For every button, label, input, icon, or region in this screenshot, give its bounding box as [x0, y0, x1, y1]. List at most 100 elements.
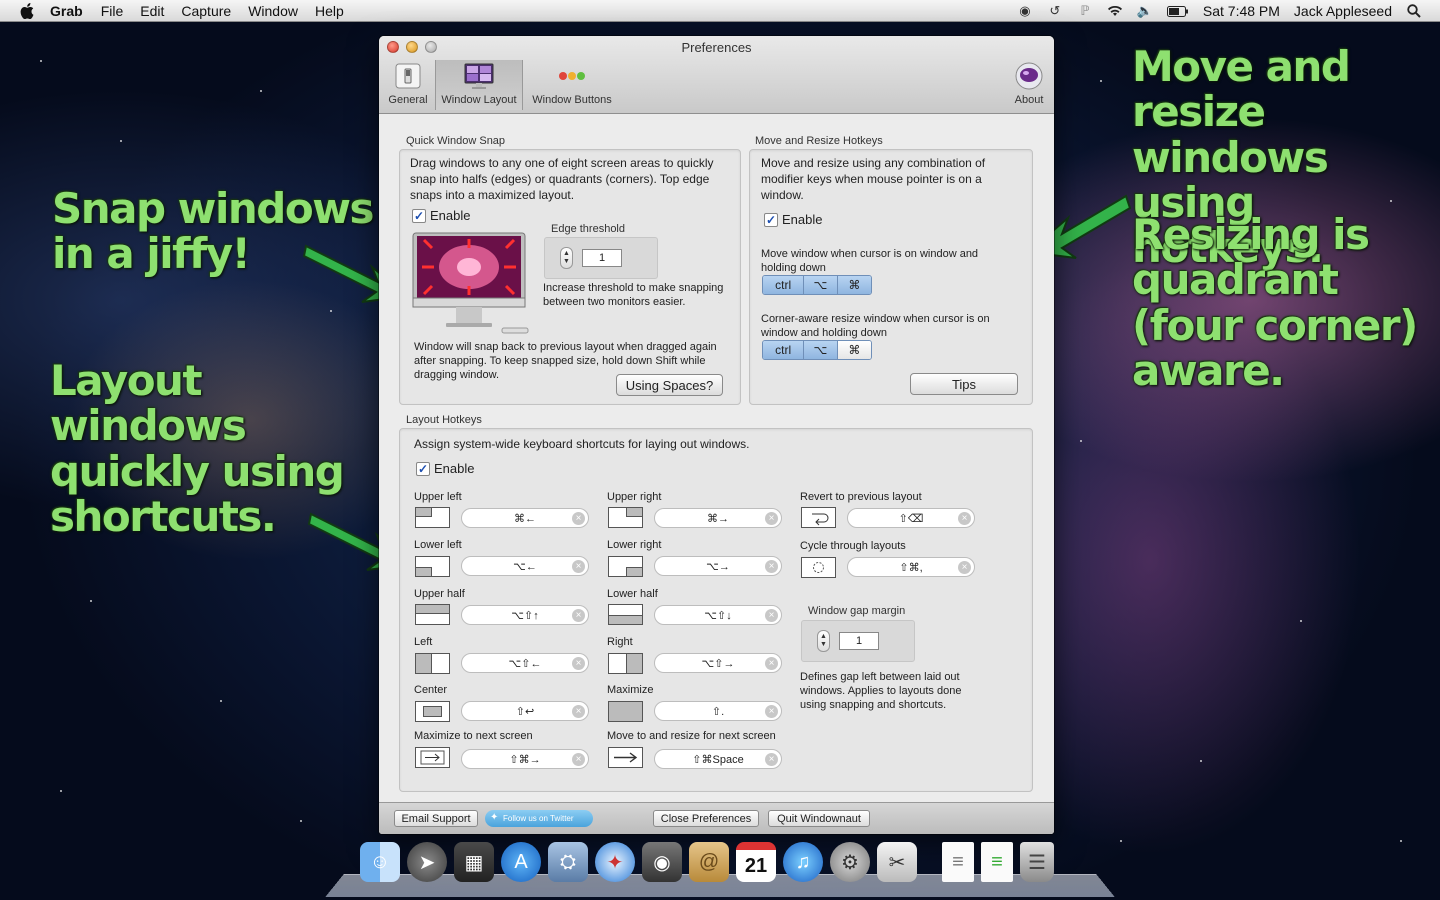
document-icon[interactable]: ≡ — [981, 842, 1013, 882]
tab-general[interactable]: General — [385, 60, 431, 110]
follow-twitter-button[interactable]: ✦ Follow us on Twitter — [485, 810, 593, 827]
menu-app-name[interactable]: Grab — [50, 3, 83, 19]
clear-icon[interactable]: × — [572, 512, 585, 525]
tab-about[interactable]: About — [1009, 60, 1049, 110]
cycle-layouts-icon — [801, 557, 836, 578]
hotkey-move-next-screen-field[interactable]: ⇧⌘Space × — [654, 749, 782, 769]
menu-capture[interactable]: Capture — [181, 3, 231, 19]
preview-icon[interactable]: ⛭ — [548, 842, 588, 882]
hotkey-lower-half-field[interactable]: ⌥⇧↓ × — [654, 605, 782, 625]
launchpad-icon[interactable]: ➤ — [407, 842, 447, 882]
gap-margin-field[interactable]: 1 — [839, 632, 879, 650]
clear-icon[interactable]: × — [765, 657, 778, 670]
hotkey-maximize-next-screen-field[interactable]: ⇧⌘→ × — [461, 749, 589, 769]
email-support-button[interactable]: Email Support — [394, 810, 478, 827]
menu-edit[interactable]: Edit — [140, 3, 164, 19]
apple-icon[interactable] — [20, 2, 36, 19]
clear-icon[interactable]: × — [958, 512, 971, 525]
window-footer: Email Support ✦ Follow us on Twitter Clo… — [379, 802, 1054, 834]
finder-icon[interactable]: ☺ — [360, 842, 400, 882]
left-half-layout-icon — [415, 653, 450, 674]
hotkey-upper-right-field[interactable]: ⌘→ × — [654, 508, 782, 528]
windownaut-icon[interactable]: ✂ — [877, 842, 917, 882]
itunes-icon[interactable]: ♫ — [783, 842, 823, 882]
hotkey-center-field[interactable]: ⇧↩ × — [461, 701, 589, 721]
hotkey-lower-left-field[interactable]: ⌥← × — [461, 556, 589, 576]
battery-icon[interactable] — [1166, 4, 1189, 18]
menu-user[interactable]: Jack Appleseed — [1294, 3, 1392, 19]
move-resize-group: Move and resize using any combination of… — [749, 149, 1033, 405]
close-preferences-button[interactable]: Close Preferences — [653, 810, 759, 827]
astronaut-helmet-icon — [1013, 60, 1045, 92]
clear-icon[interactable]: × — [572, 705, 585, 718]
tab-window-buttons[interactable]: Window Buttons — [527, 60, 617, 110]
clear-icon[interactable]: × — [765, 609, 778, 622]
quit-button[interactable]: Quit Windownaut — [768, 810, 870, 827]
safari-icon[interactable]: ✦ — [595, 842, 635, 882]
trash-icon[interactable]: ☰ — [1020, 842, 1054, 882]
move-ctrl-key[interactable]: ctrl — [763, 276, 805, 294]
hotkey-right-field[interactable]: ⌥⇧→ × — [654, 653, 782, 673]
user-status-icon[interactable]: ◉ — [1017, 3, 1033, 18]
clear-icon[interactable]: × — [572, 609, 585, 622]
clear-icon[interactable]: × — [765, 753, 778, 766]
volume-icon[interactable]: 🔈 — [1137, 3, 1153, 18]
menu-clock[interactable]: Sat 7:48 PM — [1203, 3, 1280, 19]
move-resize-enable[interactable]: ✓ Enable — [764, 212, 822, 227]
quick-snap-enable-checkbox[interactable]: ✓ — [412, 208, 426, 223]
clear-icon[interactable]: × — [765, 705, 778, 718]
hotkey-revert-field[interactable]: ⇧⌫ × — [847, 508, 975, 528]
contacts-icon[interactable]: @ — [689, 842, 729, 882]
gap-margin-stepper[interactable]: ▲ ▼ — [817, 630, 830, 652]
edge-threshold-field[interactable]: 1 — [582, 249, 622, 267]
move-command-key[interactable]: ⌘ — [837, 276, 871, 294]
layout-hotkeys-enable[interactable]: ✓ Enable — [416, 461, 474, 476]
facetime-icon[interactable]: ◉ — [642, 842, 682, 882]
clear-icon[interactable]: × — [765, 560, 778, 573]
spotlight-icon[interactable] — [1406, 4, 1422, 18]
resize-option-key[interactable]: ⌥ — [804, 341, 838, 359]
time-machine-icon[interactable]: ↺ — [1047, 3, 1063, 18]
calendar-icon[interactable]: 21 — [736, 842, 776, 882]
quick-snap-enable[interactable]: ✓ Enable — [412, 208, 470, 223]
hotkey-cycle-field[interactable]: ⇧⌘, × — [847, 557, 975, 577]
menu-window[interactable]: Window — [248, 3, 298, 19]
hotkey-left-label: Left — [414, 636, 433, 648]
tips-button[interactable]: Tips — [910, 373, 1018, 395]
dock: ☺ ➤ ▦ A ⛭ ✦ ◉ @ 21 ♫ ⚙ ✂ ≡ ≡ ☰ — [360, 842, 1054, 882]
resize-command-key[interactable]: ⌘ — [837, 341, 871, 359]
mission-control-icon[interactable]: ▦ — [454, 842, 494, 882]
hotkey-maximize-field[interactable]: ⇧. × — [654, 701, 782, 721]
system-preferences-icon[interactable]: ⚙ — [830, 842, 870, 882]
tab-window-layout[interactable]: Window Layout — [435, 60, 523, 110]
resize-ctrl-key[interactable]: ctrl — [763, 341, 805, 359]
layout-hotkeys-enable-checkbox[interactable]: ✓ — [416, 461, 430, 476]
tab-about-label: About — [1014, 94, 1044, 106]
gap-margin-box: ▲ ▼ 1 — [801, 620, 915, 662]
hotkey-upper-left-field[interactable]: ⌘← × — [461, 508, 589, 528]
move-option-key[interactable]: ⌥ — [804, 276, 838, 294]
menu-file[interactable]: File — [101, 3, 124, 19]
follow-twitter-label: Follow us on Twitter — [503, 814, 574, 823]
edge-threshold-stepper[interactable]: ▲ ▼ — [560, 247, 573, 269]
clear-icon[interactable]: × — [572, 560, 585, 573]
using-spaces-button[interactable]: Using Spaces? — [616, 374, 723, 396]
hotkey-lower-left-label: Lower left — [414, 539, 462, 551]
clear-icon[interactable]: × — [572, 753, 585, 766]
hotkey-upper-half-field[interactable]: ⌥⇧↑ × — [461, 605, 589, 625]
window-buttons-icon — [556, 60, 588, 92]
clear-icon[interactable]: × — [958, 561, 971, 574]
bluetooth-icon[interactable]: ℙ — [1077, 3, 1093, 18]
menu-help[interactable]: Help — [315, 3, 344, 19]
next-screen-layout-icon — [415, 747, 450, 768]
preferences-window: Preferences General Window Layout Window… — [379, 36, 1054, 834]
app-store-icon[interactable]: A — [501, 842, 541, 882]
document-icon[interactable]: ≡ — [942, 842, 974, 882]
move-resize-heading: Move and Resize Hotkeys — [755, 135, 883, 147]
hotkey-left-field[interactable]: ⌥⇧← × — [461, 653, 589, 673]
clear-icon[interactable]: × — [765, 512, 778, 525]
hotkey-lower-right-field[interactable]: ⌥→ × — [654, 556, 782, 576]
wifi-icon[interactable] — [1107, 4, 1123, 18]
clear-icon[interactable]: × — [572, 657, 585, 670]
move-resize-enable-checkbox[interactable]: ✓ — [764, 212, 778, 227]
